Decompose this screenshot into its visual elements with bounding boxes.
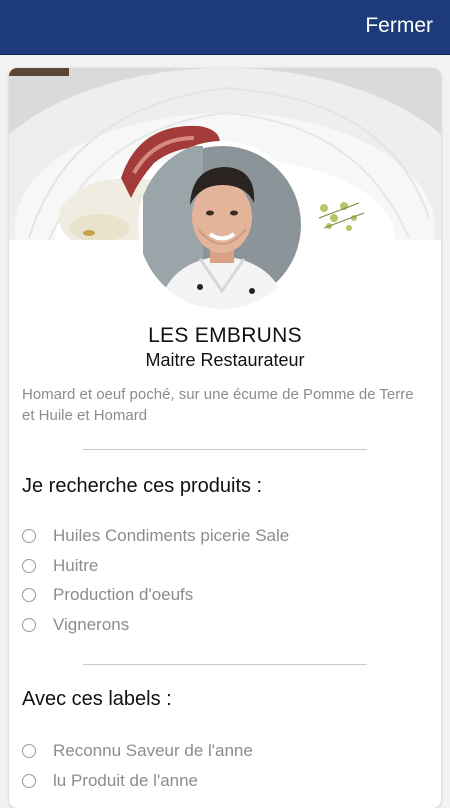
product-option-label: Huiles Condiments picerie Sale (53, 526, 290, 545)
radio-icon[interactable] (22, 618, 36, 632)
close-button[interactable]: Fermer (365, 14, 433, 38)
divider (83, 449, 367, 450)
radio-icon[interactable] (22, 774, 36, 788)
product-option-label: Production d'oeufs (53, 585, 194, 604)
chef-avatar (138, 141, 306, 309)
radio-icon[interactable] (22, 744, 36, 758)
labels-heading: Avec ces labels : (22, 688, 172, 710)
products-heading: Je recherche ces produits : (22, 475, 263, 497)
radio-icon[interactable] (22, 529, 36, 543)
product-option[interactable]: Huitre (22, 554, 98, 578)
product-option[interactable]: Vignerons (22, 613, 129, 637)
radio-icon[interactable] (22, 588, 36, 602)
radio-icon[interactable] (22, 559, 36, 573)
label-option-label: Reconnu Saveur de l'anne (53, 741, 253, 760)
profile-title: Maitre Restaurateur (145, 350, 305, 370)
label-option-label: lu Produit de l'anne (53, 771, 199, 790)
product-option-label: Huitre (53, 556, 99, 575)
profile-description: Homard et oeuf poché, sur une écume de P… (22, 386, 414, 424)
product-option-label: Vignerons (53, 615, 130, 634)
divider (83, 664, 367, 665)
product-option[interactable]: Huiles Condiments picerie Sale (22, 524, 289, 548)
top-bar: Fermer (0, 0, 450, 55)
restaurant-name: LES EMBRUNS (148, 324, 302, 347)
label-option[interactable]: Reconnu Saveur de l'anne (22, 739, 253, 763)
profile-card: LES EMBRUNS Maitre Restaurateur Homard e… (9, 68, 441, 808)
label-option[interactable]: lu Produit de l'anne (22, 769, 198, 793)
product-option[interactable]: Production d'oeufs (22, 583, 193, 607)
